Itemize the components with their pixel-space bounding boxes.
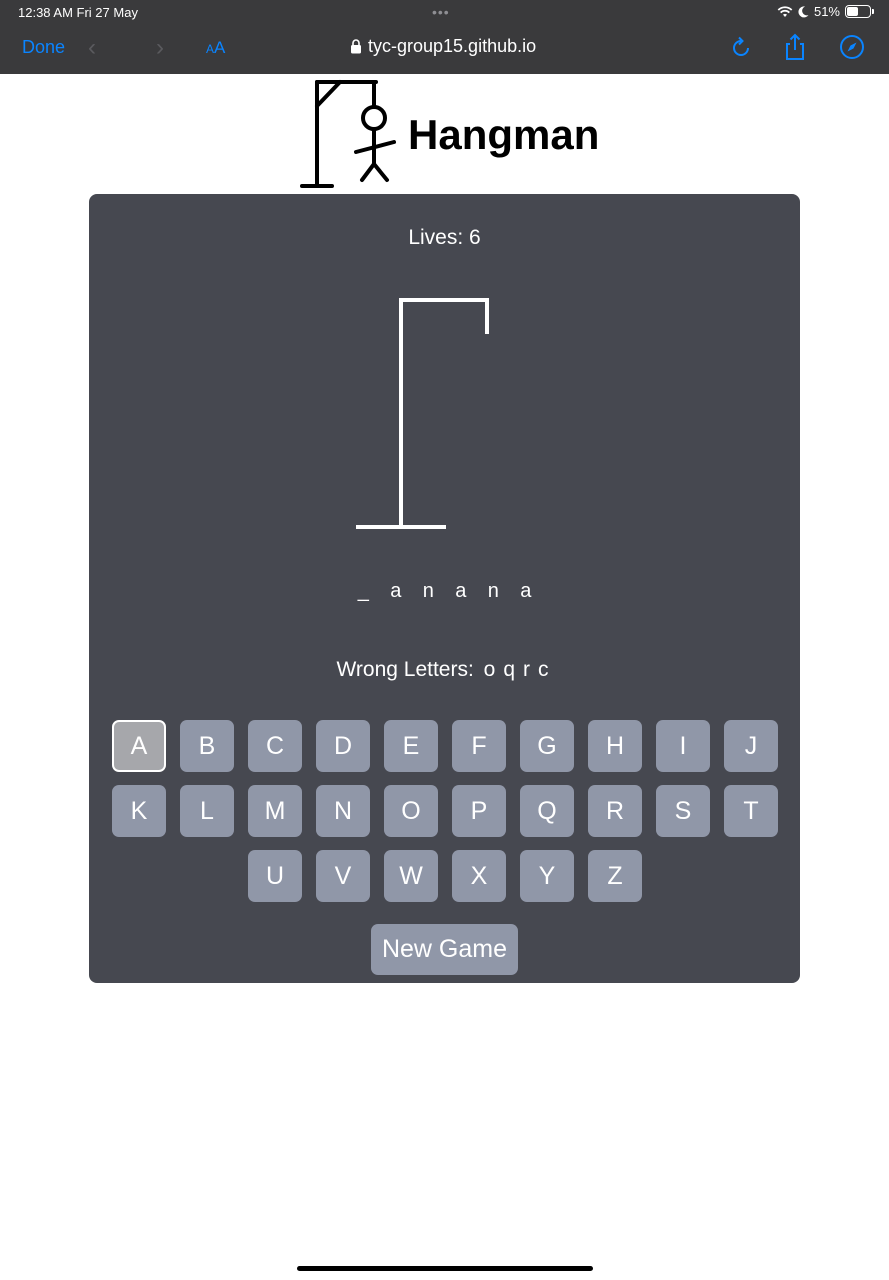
key-b[interactable]: B [180, 720, 234, 772]
word-letter: _ [357, 580, 369, 602]
key-x[interactable]: X [452, 850, 506, 902]
wrong-letters: Wrong Letters: oqrc [89, 658, 800, 682]
key-d[interactable]: D [316, 720, 370, 772]
key-m[interactable]: M [248, 785, 302, 837]
wrong-letter: q [503, 658, 516, 681]
key-w[interactable]: W [384, 850, 438, 902]
key-q[interactable]: Q [520, 785, 574, 837]
reader-text-size-button[interactable]: AA [206, 38, 225, 58]
wrong-letters-label: Wrong Letters: [336, 658, 474, 681]
key-t[interactable]: T [724, 785, 778, 837]
home-indicator[interactable] [297, 1266, 593, 1271]
key-o[interactable]: O [384, 785, 438, 837]
key-k[interactable]: K [112, 785, 166, 837]
key-j[interactable]: J [724, 720, 778, 772]
browser-toolbar: 12:38 AM Fri 27 May ••• 51% Done ‹ › AA … [0, 0, 889, 74]
forward-chevron-icon[interactable]: › [156, 34, 164, 62]
word-letter: n [487, 580, 499, 602]
hangman-logo-icon [300, 80, 396, 188]
word-letter: n [422, 580, 434, 602]
page-header: Hangman [298, 76, 599, 190]
page-title: Hangman [408, 111, 600, 158]
moon-icon [798, 5, 809, 17]
multitask-dots-icon[interactable]: ••• [432, 4, 450, 20]
key-v[interactable]: V [316, 850, 370, 902]
battery-icon [845, 5, 874, 18]
key-c[interactable]: C [248, 720, 302, 772]
battery-percent: 51% [813, 4, 840, 19]
key-r[interactable]: R [588, 785, 642, 837]
wifi-icon [777, 5, 793, 17]
wrong-letter: c [538, 658, 549, 681]
wrong-letter: o [483, 658, 496, 681]
lives-counter: Lives: 6 [408, 226, 481, 249]
word-letter: a [455, 580, 467, 602]
key-u[interactable]: U [248, 850, 302, 902]
new-game-button[interactable]: New Game [371, 924, 518, 975]
share-icon[interactable] [782, 33, 808, 61]
key-a[interactable]: A [112, 720, 166, 772]
status-time: 12:38 AM Fri 27 May [18, 5, 138, 20]
battery-fill [847, 7, 858, 16]
reload-icon[interactable] [728, 33, 754, 61]
key-i[interactable]: I [656, 720, 710, 772]
wrong-letters-list: oqrc [480, 658, 553, 681]
key-e[interactable]: E [384, 720, 438, 772]
key-row: UVWXYZ [110, 850, 780, 902]
status-indicators: 51% [777, 4, 874, 19]
word-letter: a [520, 580, 532, 602]
word-letter: a [390, 580, 402, 602]
key-g[interactable]: G [520, 720, 574, 772]
url-text: tyc-group15.github.io [368, 36, 537, 56]
key-n[interactable]: N [316, 785, 370, 837]
key-f[interactable]: F [452, 720, 506, 772]
key-p[interactable]: P [452, 785, 506, 837]
done-button[interactable]: Done [22, 37, 65, 58]
word-display: _ a n a n a [89, 580, 800, 603]
game-panel: Lives: 6 _ a n a n a Wrong Letters: oqrc ABCD… [89, 194, 800, 983]
lock-icon [351, 39, 361, 54]
gallows-rope [401, 298, 489, 334]
wrong-letter: r [523, 658, 531, 681]
key-l[interactable]: L [180, 785, 234, 837]
letter-keyboard: ABCDEFGHIJ KLMNOPQRST UVWXYZ [110, 720, 780, 915]
key-y[interactable]: Y [520, 850, 574, 902]
compass-icon[interactable] [839, 33, 865, 61]
key-row: KLMNOPQRST [110, 785, 780, 837]
key-row: ABCDEFGHIJ [110, 720, 780, 772]
key-h[interactable]: H [588, 720, 642, 772]
key-z[interactable]: Z [588, 850, 642, 902]
back-chevron-icon[interactable]: ‹ [88, 34, 96, 62]
key-s[interactable]: S [656, 785, 710, 837]
address-bar[interactable]: tyc-group15.github.io [350, 36, 536, 57]
